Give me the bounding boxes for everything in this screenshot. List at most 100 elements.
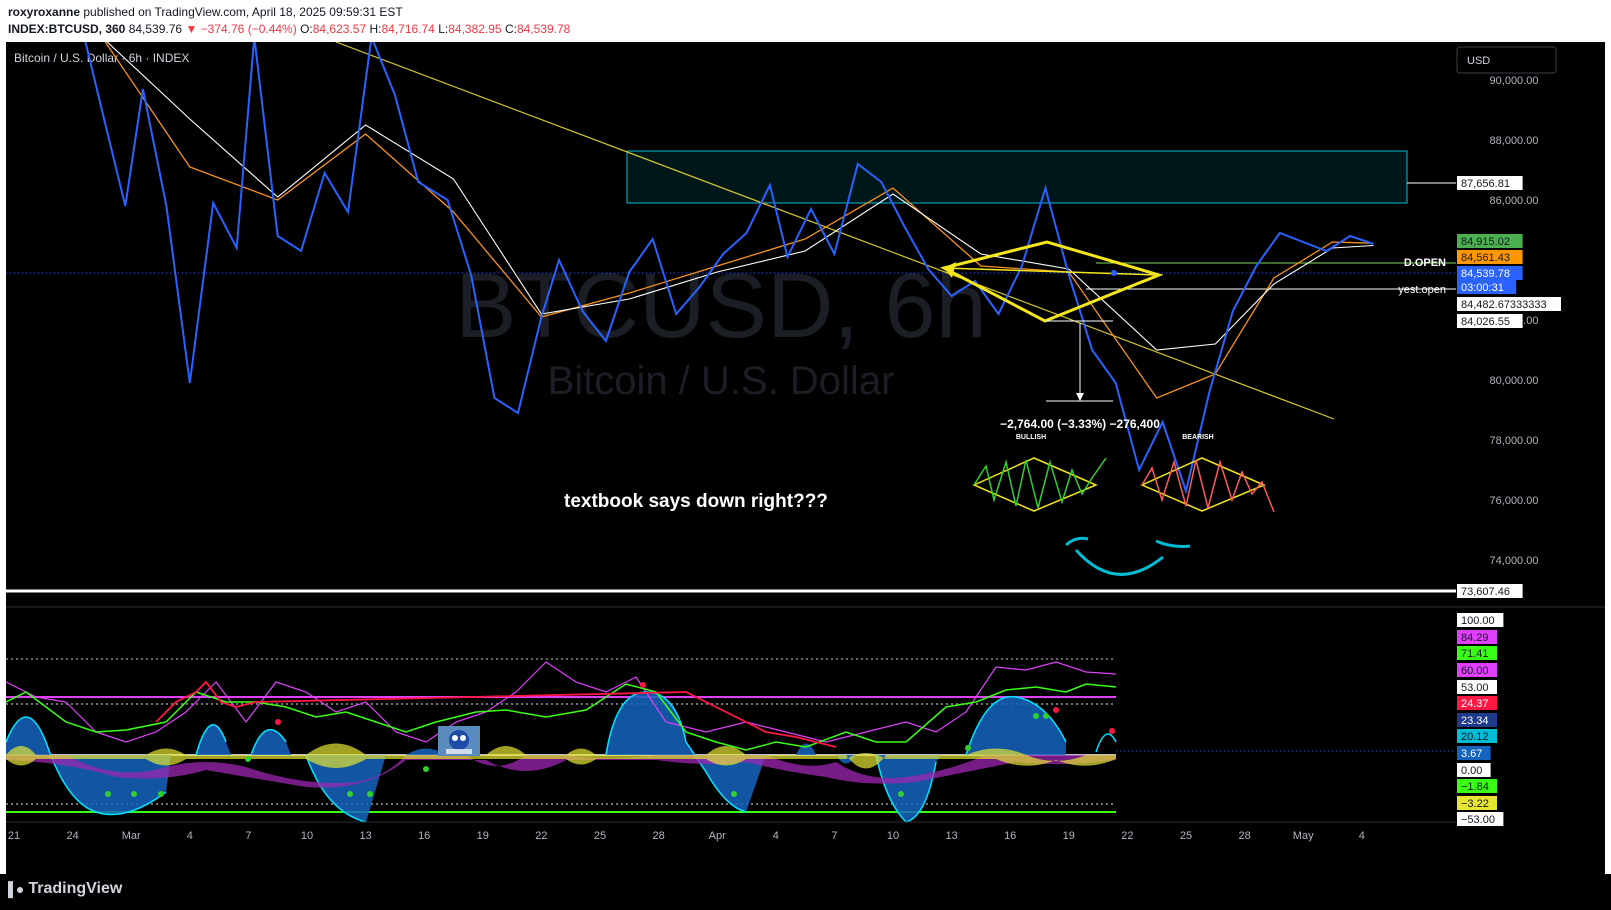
price-tick: 76,000.00	[1490, 495, 1539, 507]
time-tick: 28	[1238, 830, 1250, 842]
resistance-zone[interactable]	[626, 150, 1408, 204]
time-tick: 21	[8, 830, 20, 842]
watermark-name: Bitcoin / U.S. Dollar	[548, 359, 895, 403]
footer-bar	[0, 874, 1611, 910]
time-tick: 19	[477, 830, 489, 842]
price-tick: 90,000.00	[1490, 75, 1539, 87]
price-tick: 74,000.00	[1490, 555, 1539, 567]
measure-arrow	[1076, 393, 1084, 401]
textbook-note: textbook says down right???	[564, 491, 828, 512]
time-tick: 10	[301, 830, 313, 842]
tradingview-logo[interactable]: ▌● TradingView	[8, 880, 122, 898]
time-axis[interactable]: 21 24 Mar 4 7 10 13 16 19 22 25 28 Apr 4 7 10 13 16 19 22 25…	[8, 830, 1365, 842]
time-tick: Mar	[122, 830, 141, 842]
osc-green-line	[5, 683, 1117, 751]
tradingview-logo-icon: ▌●	[8, 881, 24, 897]
symbol-label: INDEX:BTCUSD, 360	[8, 22, 126, 36]
chart-area[interactable]: BTCUSD, 6h Bitcoin / U.S. Dollar Bitcoin…	[5, 33, 1605, 874]
time-tick: 4	[773, 830, 779, 842]
time-tick: 28	[652, 830, 664, 842]
smiley-eye-right	[1155, 539, 1191, 548]
price-badge-label: 84,561.43	[1461, 252, 1510, 264]
price-tick: 78,000.00	[1490, 435, 1539, 447]
bearish-diagram-outline	[1140, 457, 1266, 512]
price-badge-label: 84,539.78	[1461, 268, 1510, 280]
price-badge-label: 84,482.67333333	[1461, 299, 1547, 311]
time-tick: 16	[1004, 830, 1016, 842]
osc-yellow-area	[6, 743, 1116, 769]
bullish-label: BULLISH	[1016, 434, 1046, 441]
price-badge-label: 87,656.81	[1461, 178, 1510, 190]
osc-badge-label: 60.00	[1461, 665, 1489, 677]
time-tick: Apr	[709, 830, 726, 842]
osc-badge-label: −53.00	[1461, 814, 1495, 826]
time-tick: 22	[535, 830, 547, 842]
oscillator-axis-badges: 100.00 84.29 71.41 60.00 53.00 24.37 23.34 20.1…	[1457, 613, 1504, 826]
tradingview-brand: TradingView	[28, 880, 123, 897]
time-tick: 16	[418, 830, 430, 842]
osc-badge-label: 0.00	[1461, 765, 1482, 777]
osc-badge-label: 23.34	[1461, 715, 1489, 727]
low-value: 84,382.95	[448, 22, 502, 36]
osc-badge-label: 71.41	[1461, 648, 1489, 660]
price-badge-label: 84,026.55	[1461, 316, 1510, 328]
last-price-marker	[1111, 270, 1117, 276]
price-tick: 86,000.00	[1490, 195, 1539, 207]
bearish-diagram-zigzag	[1141, 459, 1275, 513]
price-tick: 88,000.00	[1490, 135, 1539, 147]
open-value: 84,623.57	[312, 22, 367, 36]
osc-red-line	[155, 680, 837, 748]
d-open-label: D.OPEN	[1404, 257, 1446, 269]
currency-label: USD	[1467, 55, 1490, 67]
time-tick: 13	[359, 830, 371, 842]
osc-badge-label: −1.84	[1461, 781, 1489, 793]
osc-badge-label: 24.37	[1461, 698, 1489, 710]
ohlc-header: INDEX:BTCUSD, 360 84,539.76 ▼ −374.76 (−…	[8, 22, 570, 36]
price-change: ▼ −374.76 (−0.44%)	[185, 22, 297, 36]
low-label: L:	[438, 22, 449, 36]
smiley-mouth	[1074, 549, 1164, 576]
time-tick: 7	[831, 830, 837, 842]
time-tick: 24	[66, 830, 78, 842]
osc-badge-label: −3.22	[1461, 798, 1489, 810]
time-tick: 25	[1180, 830, 1192, 842]
time-tick: 4	[1359, 830, 1365, 842]
time-tick: 25	[594, 830, 606, 842]
close-label: C:	[504, 22, 517, 36]
time-tick: 22	[1121, 830, 1133, 842]
yest-open-label: yest.open	[1398, 284, 1446, 296]
time-tick: May	[1293, 830, 1314, 842]
close-value: 84,539.78	[516, 22, 571, 36]
osc-badge-label: 53.00	[1461, 682, 1489, 694]
last-price: 84,539.76	[128, 22, 183, 36]
time-tick: 19	[1063, 830, 1075, 842]
price-tick: 80,000.00	[1490, 375, 1539, 387]
chart-svg[interactable]: BTCUSD, 6h Bitcoin / U.S. Dollar Bitcoin…	[5, 33, 1605, 874]
osc-badge-label: 84.29	[1461, 632, 1489, 644]
sonic-avatar-icon	[438, 726, 480, 756]
time-tick: 13	[945, 830, 957, 842]
chart-legend[interactable]: Bitcoin / U.S. Dollar · 6h · INDEX	[14, 51, 189, 65]
smiley-eye-left	[1064, 536, 1089, 547]
published-info: published on TradingView.com, April 18, …	[80, 5, 403, 19]
bearish-label: BEARISH	[1182, 434, 1214, 441]
time-tick: 4	[187, 830, 193, 842]
osc-badge-label: 3.67	[1461, 748, 1482, 760]
osc-pink-line	[5, 661, 1117, 743]
osc-badge-label: 100.00	[1461, 615, 1495, 627]
price-badge-label: 73,607.46	[1461, 586, 1510, 598]
author-name[interactable]: roxyroxanne	[8, 5, 80, 19]
publish-header: roxyroxanne published on TradingView.com…	[8, 5, 403, 19]
time-tick: 10	[887, 830, 899, 842]
measure-label: −2,764.00 (−3.33%) −276,400	[1000, 417, 1160, 431]
price-badge-label: 03:00:31	[1461, 282, 1504, 294]
bullish-diagram-zigzag	[973, 457, 1107, 509]
price-axis-badges: 87,656.81 84,915.02 84,561.43 84,539.78 03:0…	[1457, 176, 1561, 598]
high-label: H:	[369, 22, 382, 36]
high-value: 84,716.74	[381, 22, 435, 36]
open-label: O:	[300, 22, 313, 36]
time-tick: 7	[245, 830, 251, 842]
oscillator-pane[interactable]	[5, 658, 1456, 823]
price-badge-label: 84,915.02	[1461, 236, 1510, 248]
osc-badge-label: 20.12	[1461, 731, 1489, 743]
